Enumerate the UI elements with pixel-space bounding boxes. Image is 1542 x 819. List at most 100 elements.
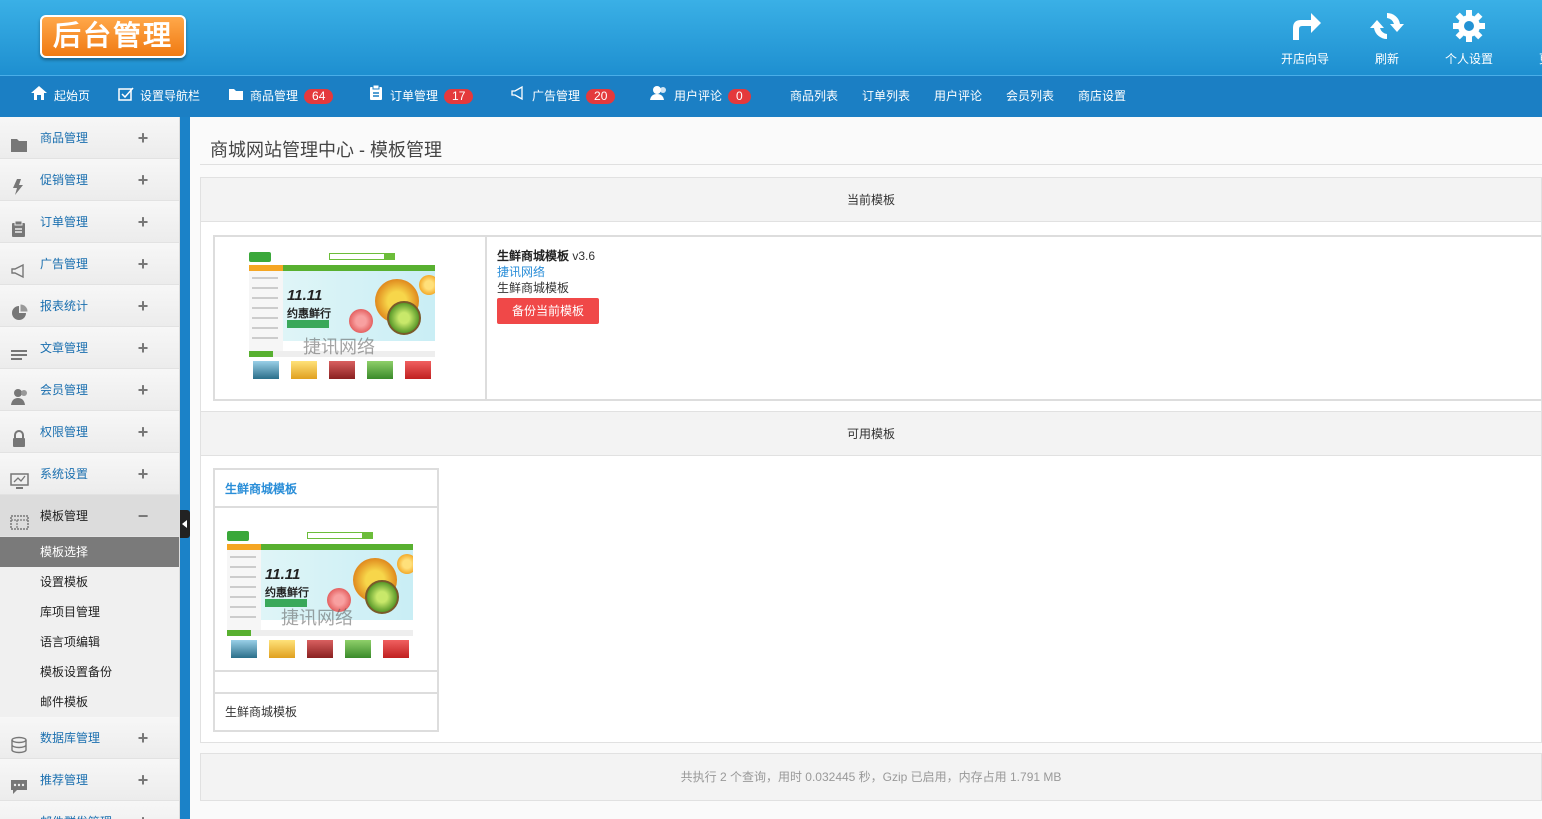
main-content: 商城网站管理中心 - 模板管理 当前模板 11.11 约惠鲜行 捷讯网络 生鲜商… xyxy=(190,117,1542,819)
sidebar-item-members[interactable]: 会员管理 + xyxy=(0,369,179,411)
store-wizard-button[interactable]: 开店向导 xyxy=(1265,6,1345,67)
refresh-icon xyxy=(1347,6,1427,46)
preview-tag xyxy=(287,320,329,328)
sidebar-sub-language-edit[interactable]: 语言项编辑 xyxy=(0,627,179,657)
sidebar-item-database[interactable]: 数据库管理 + xyxy=(0,717,179,759)
expand-icon: + xyxy=(137,728,149,748)
more-icon xyxy=(1511,6,1542,46)
sidebar-sub-set-template[interactable]: 设置模板 xyxy=(0,567,179,597)
sidebar: 商品管理 + 促销管理 + 订单管理 + 广告管理 + 报表统计 + 文章管理 … xyxy=(0,117,180,819)
nav-order-list[interactable]: 订单列表 xyxy=(862,76,910,118)
personal-settings-button[interactable]: 个人设置 xyxy=(1429,6,1509,67)
preview-banner: 11.11 约惠鲜行 xyxy=(283,271,435,341)
product-thumb-meat xyxy=(329,361,355,379)
sidebar-item-orders[interactable]: 订单管理 + xyxy=(0,201,179,243)
list-icon xyxy=(10,339,28,360)
product-thumb-vegetable xyxy=(367,361,393,379)
preview-search xyxy=(307,532,363,539)
product-thumb-seafood xyxy=(231,640,257,658)
template-card-spacer xyxy=(215,672,437,694)
sidebar-item-recommend[interactable]: 推荐管理 + xyxy=(0,759,179,801)
template-preview-image: 11.11 约惠鲜行 xyxy=(249,247,439,387)
sidebar-item-goods[interactable]: 商品管理 + xyxy=(0,117,179,159)
sidebar-splitter[interactable] xyxy=(180,117,190,819)
sidebar-item-templates[interactable]: 模板管理 − xyxy=(0,495,179,537)
expand-icon: + xyxy=(137,380,149,400)
template-card-thumbnail[interactable]: 11.11 约惠鲜行 捷讯网络 xyxy=(215,508,437,672)
preview-logo xyxy=(249,252,271,262)
citrus-image xyxy=(397,554,413,574)
grapefruit-image xyxy=(349,309,373,333)
sidebar-item-ads[interactable]: 广告管理 + xyxy=(0,243,179,285)
page-title: 商城网站管理中心 - 模板管理 xyxy=(210,140,442,160)
expand-icon: + xyxy=(137,128,149,148)
template-icon xyxy=(10,507,29,530)
sidebar-item-mass-mail[interactable]: 邮件群发管理 + xyxy=(0,801,179,819)
backup-template-button[interactable]: 备份当前模板 xyxy=(497,298,599,324)
current-template-box: 11.11 约惠鲜行 捷讯网络 生鲜商城模板 v3.6 捷讯网络 生鲜商城模板 … xyxy=(213,235,1542,401)
nav-member-list[interactable]: 会员列表 xyxy=(1006,76,1054,118)
preview-side-menu xyxy=(227,550,261,630)
sidebar-sub-template-select[interactable]: 模板选择 xyxy=(0,537,179,567)
preview-logo xyxy=(227,531,249,541)
preview-floor-label xyxy=(227,630,251,636)
expand-icon: + xyxy=(137,422,149,442)
nav-orders[interactable]: 订单管理 17 xyxy=(368,76,474,118)
preview-headline: 11.11 xyxy=(287,287,323,304)
nav-set-navbar[interactable]: 设置导航栏 xyxy=(118,76,200,118)
top-header: 后台管理 开店向导 刷新 个人设置 更多 xyxy=(0,0,1542,75)
nav-goods-list[interactable]: 商品列表 xyxy=(790,76,838,118)
current-template-thumbnail[interactable]: 11.11 约惠鲜行 捷讯网络 xyxy=(215,237,487,399)
available-templates-heading: 可用模板 xyxy=(201,412,1541,456)
current-template-heading: 当前模板 xyxy=(201,178,1541,222)
expand-icon: + xyxy=(137,296,149,316)
product-thumb-oil xyxy=(269,640,295,658)
nav-comments[interactable]: 用户评论 0 xyxy=(650,76,751,118)
check-square-icon xyxy=(118,77,134,117)
nav-goods[interactable]: 商品管理 64 xyxy=(228,76,334,118)
expand-icon: + xyxy=(137,770,149,790)
sidebar-sub-template-backup[interactable]: 模板设置备份 xyxy=(0,657,179,687)
folder-icon xyxy=(10,129,28,152)
nav-user-comments[interactable]: 用户评论 xyxy=(934,76,982,118)
citrus-image xyxy=(419,275,435,295)
nav-shop-settings[interactable]: 商店设置 xyxy=(1078,76,1126,118)
sidebar-sub-library-items[interactable]: 库项目管理 xyxy=(0,597,179,627)
sidebar-sub-mail-templates[interactable]: 邮件模板 xyxy=(0,687,179,717)
current-template-name: 生鲜商城模板 xyxy=(497,249,570,263)
preview-subline: 约惠鲜行 xyxy=(287,308,331,320)
preview-floor-label xyxy=(249,351,273,357)
database-icon xyxy=(10,729,28,754)
sidebar-item-promotion[interactable]: 促销管理 + xyxy=(0,159,179,201)
preview-search-button xyxy=(363,532,373,539)
available-templates-panel: 可用模板 生鲜商城模板 11.11 约惠鲜行 捷讯网络 生鲜商城模板 xyxy=(200,411,1542,743)
lock-icon xyxy=(10,423,28,447)
current-template-author-link[interactable]: 捷讯网络 xyxy=(497,264,599,280)
users-icon xyxy=(650,77,668,117)
preview-headline: 11.11 xyxy=(265,566,301,583)
expand-icon: + xyxy=(137,170,149,190)
product-thumb-vegetable xyxy=(345,640,371,658)
template-card[interactable]: 生鲜商城模板 11.11 约惠鲜行 捷讯网络 生鲜商城模板 xyxy=(213,468,439,732)
sidebar-item-permissions[interactable]: 权限管理 + xyxy=(0,411,179,453)
ads-count-badge: 20 xyxy=(586,89,616,105)
mail-icon xyxy=(10,813,28,819)
nav-home[interactable]: 起始页 xyxy=(30,76,90,118)
logo[interactable]: 后台管理 xyxy=(40,15,186,58)
sidebar-item-articles[interactable]: 文章管理 + xyxy=(0,327,179,369)
refresh-button[interactable]: 刷新 xyxy=(1347,6,1427,67)
sidebar-item-reports[interactable]: 报表统计 + xyxy=(0,285,179,327)
current-template-description: 生鲜商城模板 xyxy=(497,281,570,295)
more-button[interactable]: 更多 xyxy=(1511,6,1542,67)
nav-ads[interactable]: 广告管理 20 xyxy=(510,76,616,118)
folder-icon xyxy=(228,77,244,117)
expand-icon: + xyxy=(137,338,149,358)
preview-subline: 约惠鲜行 xyxy=(265,587,309,599)
preview-side-menu xyxy=(249,271,283,351)
product-thumb-fruit xyxy=(405,361,431,379)
template-card-title[interactable]: 生鲜商城模板 xyxy=(215,470,437,508)
sidebar-collapse-toggle[interactable] xyxy=(180,510,190,538)
comments-count-badge: 0 xyxy=(728,89,751,105)
kiwi-image xyxy=(365,580,399,614)
sidebar-item-system[interactable]: 系统设置 + xyxy=(0,453,179,495)
